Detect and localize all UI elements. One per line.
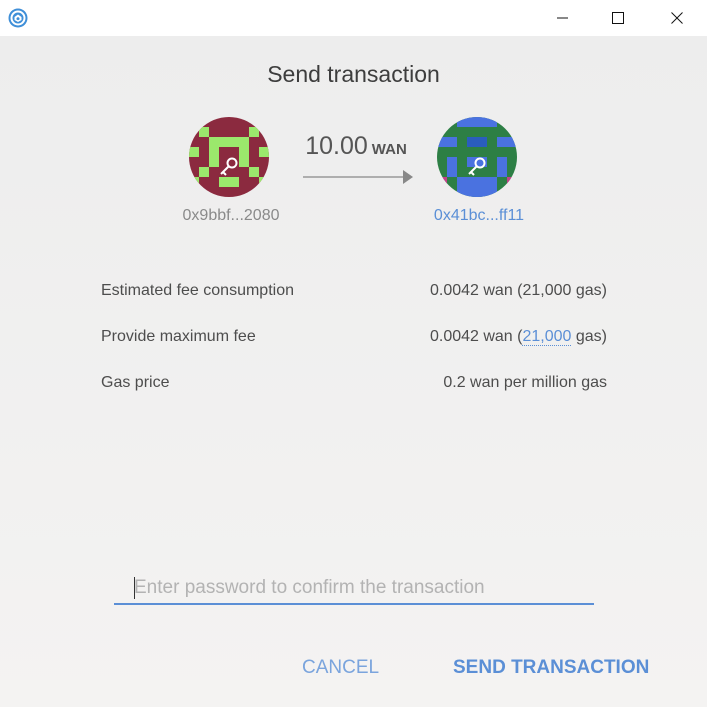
password-input[interactable] — [114, 572, 594, 605]
to-address-link[interactable]: 0x41bc...ff11 — [409, 205, 549, 227]
amount-display: 10.00 WAN — [292, 132, 420, 161]
fee-row-gas-price: Gas price 0.2 wan per million gas — [101, 371, 607, 395]
fee-row-value: 0.2 wan per million gas — [443, 374, 607, 391]
from-address: 0x9bbf...2080 — [182, 207, 280, 224]
fee-row-label: Provide maximum fee — [101, 328, 256, 345]
fee-row-label: Estimated fee consumption — [101, 282, 294, 299]
gas-amount-link[interactable]: 21,000 — [522, 328, 572, 346]
minimize-button[interactable] — [540, 0, 586, 36]
close-button[interactable] — [654, 0, 700, 36]
to-account-identicon — [437, 117, 517, 197]
dialog-title: Send transaction — [267, 61, 440, 87]
fee-row-label: Gas price — [101, 374, 170, 391]
maximize-icon — [612, 12, 624, 24]
amount-unit: WAN — [371, 141, 407, 158]
from-account-identicon — [189, 117, 269, 197]
fee-value-prefix: 0.0042 wan ( — [429, 328, 523, 345]
amount-value: 10.00 — [305, 132, 368, 160]
fee-row-estimated: Estimated fee consumption 0.0042 wan (21… — [101, 279, 607, 303]
fee-value-suffix: gas) — [571, 328, 607, 345]
key-icon — [220, 157, 238, 176]
maximize-button[interactable] — [595, 0, 641, 36]
fee-row-value: 0.0042 wan (21,000 gas) — [430, 325, 607, 349]
minimize-icon — [557, 17, 568, 19]
fee-row-value: 0.0042 wan (21,000 gas) — [429, 282, 607, 299]
send-transaction-button[interactable]: SEND TRANSACTION — [453, 655, 649, 681]
wanwallet-icon — [8, 8, 28, 28]
fee-row-maximum: Provide maximum fee 0.0042 wan (21,000 g… — [101, 325, 607, 349]
cancel-button[interactable]: CANCEL — [302, 655, 379, 681]
text-caret — [134, 577, 135, 599]
close-icon — [671, 12, 683, 24]
key-icon — [468, 157, 486, 176]
arrow-right-icon — [303, 170, 413, 184]
title-bar — [0, 0, 707, 36]
